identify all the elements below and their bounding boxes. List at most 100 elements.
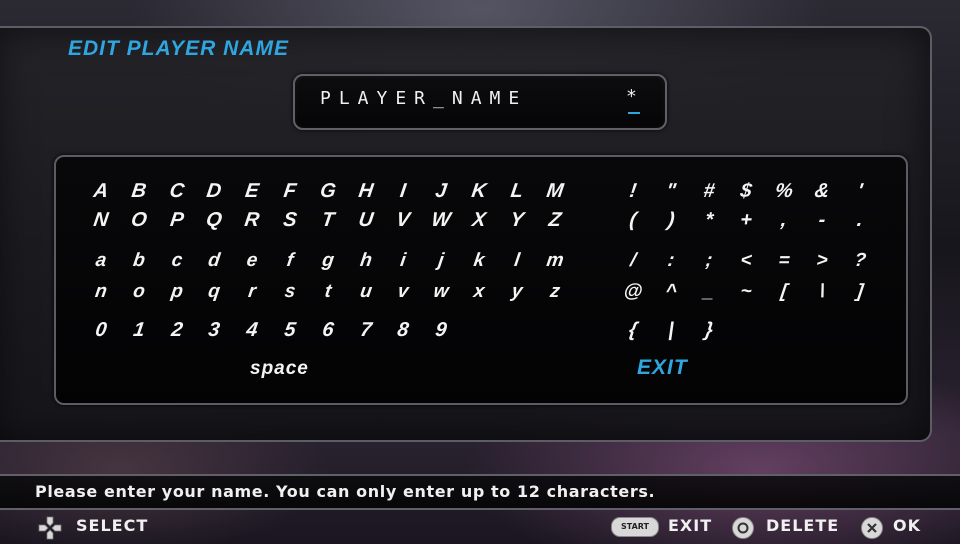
key[interactable]: 3 <box>195 318 234 342</box>
key[interactable]: V <box>384 208 423 232</box>
key[interactable]: f <box>270 249 309 273</box>
symbol-key[interactable]: * <box>689 208 728 232</box>
key[interactable]: 1 <box>119 318 158 342</box>
symbol-key[interactable]: ' <box>840 179 879 203</box>
symbol-key[interactable]: $ <box>727 179 766 203</box>
symbol-key[interactable]: < <box>727 249 766 273</box>
symbol-key[interactable]: > <box>802 249 841 273</box>
symbol-key[interactable]: , <box>765 208 804 232</box>
symbol-key[interactable]: ) <box>651 208 690 232</box>
symbol-key[interactable]: @ <box>613 280 652 304</box>
key[interactable]: a <box>81 249 120 273</box>
key[interactable]: N <box>81 208 120 232</box>
symbol-key[interactable]: ( <box>613 208 652 232</box>
key[interactable]: 2 <box>157 318 196 342</box>
key[interactable]: W <box>422 208 461 232</box>
key[interactable]: r <box>233 280 272 304</box>
key[interactable]: w <box>422 280 461 304</box>
key[interactable]: Q <box>195 208 234 232</box>
key[interactable]: D <box>195 179 234 203</box>
symbol-key[interactable]: # <box>689 179 728 203</box>
key[interactable]: 4 <box>233 318 272 342</box>
key[interactable]: P <box>157 208 196 232</box>
key[interactable]: J <box>422 179 461 203</box>
symbol-key[interactable]: " <box>651 179 690 203</box>
key[interactable]: g <box>308 249 347 273</box>
key[interactable]: A <box>81 179 120 203</box>
symbol-key[interactable]: ~ <box>727 280 766 304</box>
symbol-key[interactable]: ? <box>840 249 879 273</box>
key[interactable]: 0 <box>81 318 120 342</box>
symbol-key[interactable]: % <box>765 179 804 203</box>
symbol-key[interactable]: ! <box>613 179 652 203</box>
key[interactable]: u <box>346 280 385 304</box>
key[interactable]: B <box>119 179 158 203</box>
exit-key[interactable]: EXIT <box>637 356 688 380</box>
ok-hint: OK <box>893 516 921 535</box>
key[interactable]: F <box>270 179 309 203</box>
cross-button-icon <box>861 517 883 539</box>
key[interactable]: C <box>157 179 196 203</box>
key[interactable]: l <box>497 249 536 273</box>
key[interactable]: X <box>459 208 498 232</box>
key[interactable]: q <box>195 280 234 304</box>
select-hint: SELECT <box>76 516 149 535</box>
symbol-key[interactable]: - <box>802 208 841 232</box>
key[interactable]: I <box>384 179 423 203</box>
key[interactable]: x <box>459 280 498 304</box>
symbol-key[interactable]: = <box>765 249 804 273</box>
key[interactable]: Y <box>497 208 536 232</box>
symbol-key[interactable]: . <box>840 208 879 232</box>
key[interactable]: Z <box>535 208 574 232</box>
symbol-key[interactable]: [ <box>765 280 804 304</box>
key[interactable]: k <box>459 249 498 273</box>
key[interactable]: 6 <box>308 318 347 342</box>
key[interactable]: 9 <box>422 318 461 342</box>
key[interactable]: 5 <box>270 318 309 342</box>
key[interactable]: T <box>308 208 347 232</box>
symbol-key[interactable]: } <box>689 318 728 342</box>
key[interactable]: j <box>422 249 461 273</box>
key[interactable]: 8 <box>384 318 423 342</box>
key[interactable]: p <box>157 280 196 304</box>
symbol-key[interactable]: ; <box>689 249 728 273</box>
key[interactable]: i <box>384 249 423 273</box>
key[interactable]: O <box>119 208 158 232</box>
symbol-key[interactable]: / <box>613 249 652 273</box>
key[interactable]: n <box>81 280 120 304</box>
key[interactable]: h <box>346 249 385 273</box>
key[interactable]: y <box>497 280 536 304</box>
key[interactable]: M <box>535 179 574 203</box>
space-key[interactable]: space <box>250 358 309 380</box>
key[interactable]: v <box>384 280 423 304</box>
symbol-key[interactable]: ] <box>840 280 879 304</box>
key[interactable]: R <box>233 208 272 232</box>
symbol-key[interactable]: : <box>651 249 690 273</box>
key[interactable]: G <box>308 179 347 203</box>
symbol-key[interactable]: + <box>727 208 766 232</box>
symbol-key[interactable]: | <box>651 318 690 342</box>
symbol-key[interactable]: _ <box>689 280 728 304</box>
symbol-key[interactable]: ^ <box>651 280 690 304</box>
key[interactable]: z <box>535 280 574 304</box>
key[interactable]: E <box>233 179 272 203</box>
key[interactable]: s <box>270 280 309 304</box>
key[interactable]: H <box>346 179 385 203</box>
key[interactable]: L <box>497 179 536 203</box>
key[interactable]: b <box>119 249 158 273</box>
key[interactable]: m <box>535 249 574 273</box>
symbol-key[interactable]: \ <box>802 280 841 304</box>
key[interactable]: 7 <box>346 318 385 342</box>
symbol-key[interactable]: & <box>802 179 841 203</box>
key[interactable]: e <box>233 249 272 273</box>
key[interactable]: t <box>308 280 347 304</box>
symbol-key[interactable]: { <box>613 318 652 342</box>
key[interactable]: U <box>346 208 385 232</box>
page-title: EDIT PLAYER NAME <box>68 37 289 60</box>
delete-hint: DELETE <box>766 516 840 535</box>
key[interactable]: S <box>270 208 309 232</box>
key[interactable]: d <box>195 249 234 273</box>
key[interactable]: K <box>459 179 498 203</box>
key[interactable]: o <box>119 280 158 304</box>
key[interactable]: c <box>157 249 196 273</box>
